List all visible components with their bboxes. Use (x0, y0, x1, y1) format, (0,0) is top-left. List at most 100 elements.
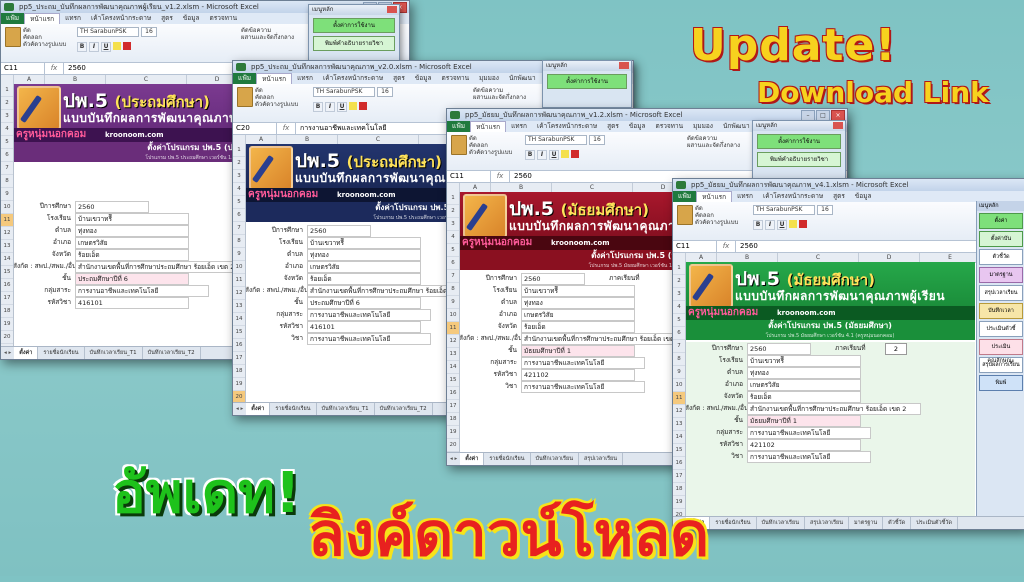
tab-insert[interactable]: แทรก (732, 191, 758, 202)
sidebar-item[interactable]: สรุปเวลาเรียน (979, 285, 1023, 301)
sidebar-item[interactable]: ประเมินตัวชี้ (979, 321, 1023, 337)
paste-icon[interactable] (237, 87, 253, 107)
sheet-tab[interactable]: สรุปเวลาเรียน (579, 453, 624, 465)
tab-page-layout[interactable]: เค้าโครงหน้ากระดาษ (532, 121, 602, 132)
sheet-tab[interactable]: รายชื่อนักเรียน (38, 347, 85, 359)
font-name-select[interactable]: TH SarabunPSK (77, 27, 139, 37)
print-description-button[interactable]: พิมพ์คำอธิบายรายวิชา (757, 152, 841, 167)
sidebar-item[interactable]: บันทึกเวลา (979, 303, 1023, 319)
formula-input[interactable]: 2560 (510, 171, 532, 182)
merge-center-button[interactable]: ผสานและจัดกึ่งกลาง (687, 142, 740, 149)
paste-icon[interactable] (677, 205, 693, 225)
underline-button[interactable]: U (337, 102, 347, 112)
formula-input[interactable]: การงานอาชีพและเทคโนโลยี (296, 123, 387, 134)
download-link-heading[interactable]: Download Link (757, 76, 989, 109)
paste-icon[interactable] (5, 27, 21, 47)
sidebar-item[interactable]: ประเมินคุณลักษณะ (979, 339, 1023, 364)
settings-menu-button[interactable]: ตั้งค่าการใช้งาน (313, 18, 395, 33)
tab-review[interactable]: ตรวจทาน (650, 121, 688, 132)
sheet-tab[interactable]: รายชื่อนักเรียน (484, 453, 531, 465)
tab-insert[interactable]: แทรก (292, 73, 318, 84)
tab-insert[interactable]: แทรก (60, 13, 86, 24)
tab-home[interactable]: หน้าแรก (470, 121, 507, 132)
sidebar-item[interactable]: ตัวชี้วัด (979, 249, 1023, 265)
field-value[interactable]: การงานอาชีพและเทคโนโลยี (747, 451, 871, 463)
name-box[interactable]: C11 (1, 63, 45, 74)
wrap-text-button[interactable]: ตัดข้อความ (241, 27, 294, 34)
wrap-text-button[interactable]: ตัดข้อความ (687, 135, 740, 142)
fill-color-icon[interactable] (789, 220, 797, 228)
field-value[interactable]: การงานอาชีพและเทคโนโลยี (521, 381, 645, 393)
fx-icon[interactable]: fx (491, 171, 510, 182)
tab-file[interactable]: แฟ้ม (673, 191, 697, 202)
sheet-tab[interactable]: ตั้งค่า (246, 403, 271, 415)
underline-button[interactable]: U (777, 220, 787, 230)
tab-review[interactable]: ตรวจทาน (436, 73, 474, 84)
sidebar-item[interactable]: ตั้งค่าบัน (979, 231, 1023, 247)
fx-icon[interactable]: fx (717, 241, 736, 252)
formula-input[interactable]: 2560 (736, 241, 758, 252)
name-box[interactable]: C20 (233, 123, 277, 134)
field-value[interactable]: การงานอาชีพและเทคโนโลยี (307, 333, 431, 345)
wrap-text-button[interactable]: ตัดข้อความ (473, 87, 526, 94)
cut-button[interactable]: ตัด (469, 135, 512, 142)
tab-file[interactable]: แฟ้ม (447, 121, 471, 132)
bold-button[interactable]: B (525, 150, 535, 160)
formula-input[interactable]: 2560 (64, 63, 86, 74)
sidebar-item[interactable]: สรุปผลการเรียน (979, 357, 1023, 373)
tab-data[interactable]: ข้อมูล (624, 121, 651, 132)
tab-developer[interactable]: นักพัฒนา (718, 121, 755, 132)
worksheet[interactable]: ปพ.5 (มัธยมศึกษา) แบบบันทึกผลการพัฒนาคุณ… (673, 262, 975, 517)
close-icon[interactable] (619, 62, 629, 69)
cut-button[interactable]: ตัด (695, 205, 738, 212)
tab-page-layout[interactable]: เค้าโครงหน้ากระดาษ (318, 73, 388, 84)
tab-file[interactable]: แฟ้ม (1, 13, 25, 24)
format-painter-button[interactable]: ตัวคัดวางรูปแบบ (23, 41, 66, 48)
font-size-select[interactable]: 16 (141, 27, 157, 37)
tab-page-layout[interactable]: เค้าโครงหน้ากระดาษ (758, 191, 828, 202)
italic-button[interactable]: I (537, 150, 547, 160)
tab-data[interactable]: ข้อมูล (850, 191, 877, 202)
tab-file[interactable]: แฟ้ม (233, 73, 257, 84)
bold-button[interactable]: B (77, 42, 87, 52)
paste-icon[interactable] (451, 135, 467, 155)
window-title-bar[interactable]: pp5_มัธยม_บันทึกผลการพัฒนาคุณภาพ_v4.1.xl… (673, 179, 1024, 191)
font-color-icon[interactable] (571, 150, 579, 158)
font-size-select[interactable]: 16 (377, 87, 393, 97)
sheet-tab[interactable]: บันทึกเวลาเรียน_T1 (317, 403, 375, 415)
sheet-nav-arrows[interactable]: ◂ ▸ (447, 453, 460, 465)
copy-button[interactable]: คัดลอก (469, 142, 512, 149)
tab-home[interactable]: หน้าแรก (24, 13, 61, 24)
fill-color-icon[interactable] (113, 42, 121, 50)
underline-button[interactable]: U (549, 150, 559, 160)
font-name-select[interactable]: TH SarabunPSK (753, 205, 815, 215)
sheet-tab[interactable]: ประเมินตัวชี้วัด (911, 517, 958, 529)
font-size-select[interactable]: 16 (817, 205, 833, 215)
merge-center-button[interactable]: ผสานและจัดกึ่งกลาง (473, 94, 526, 101)
bold-button[interactable]: B (313, 102, 323, 112)
underline-button[interactable]: U (101, 42, 111, 52)
font-name-select[interactable]: TH SarabunPSK (525, 135, 587, 145)
sidebar-item[interactable]: ตั้งค่า (979, 213, 1023, 229)
tab-page-layout[interactable]: เค้าโครงหน้ากระดาษ (86, 13, 156, 24)
tab-developer[interactable]: นักพัฒนา (504, 73, 541, 84)
font-color-icon[interactable] (123, 42, 131, 50)
sheet-tab[interactable]: มาตรฐาน (849, 517, 884, 529)
field-value[interactable]: 416101 (75, 297, 189, 309)
tab-data[interactable]: ข้อมูล (178, 13, 205, 24)
fx-icon[interactable]: fx (277, 123, 296, 134)
sheet-tab[interactable]: รายชื่อนักเรียน (710, 517, 757, 529)
format-painter-button[interactable]: ตัวคัดวางรูปแบบ (469, 149, 512, 156)
italic-button[interactable]: I (325, 102, 335, 112)
cut-button[interactable]: ตัด (23, 27, 66, 34)
italic-button[interactable]: I (89, 42, 99, 52)
settings-menu-button[interactable]: ตั้งค่าการใช้งาน (547, 74, 627, 89)
tab-formulas[interactable]: สูตร (602, 121, 624, 132)
font-color-icon[interactable] (799, 220, 807, 228)
excel-window-4[interactable]: pp5_มัธยม_บันทึกผลการพัฒนาคุณภาพ_v4.1.xl… (672, 178, 1024, 530)
tab-home[interactable]: หน้าแรก (696, 191, 733, 202)
sheet-tab[interactable]: รายชื่อนักเรียน (270, 403, 317, 415)
sheet-tab[interactable]: บันทึกเวลาเรียน (757, 517, 805, 529)
font-size-select[interactable]: 16 (589, 135, 605, 145)
print-description-button[interactable]: พิมพ์คำอธิบายรายวิชา (313, 36, 395, 51)
